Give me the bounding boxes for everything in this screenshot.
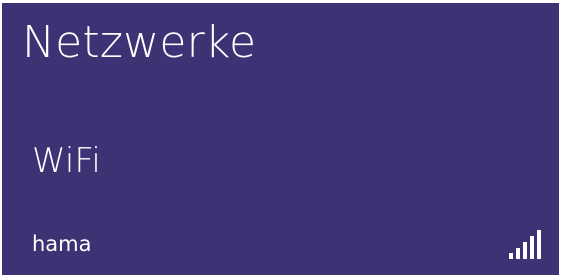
panel-title: Netzwerke — [22, 17, 257, 68]
wifi-signal-bars-icon — [509, 230, 541, 259]
wifi-section-heading: WiFi — [32, 141, 101, 181]
network-flyout-panel: Netzwerke WiFi hama — [2, 3, 559, 275]
network-item-hama[interactable]: hama — [2, 223, 559, 269]
network-name: hama — [32, 232, 92, 256]
